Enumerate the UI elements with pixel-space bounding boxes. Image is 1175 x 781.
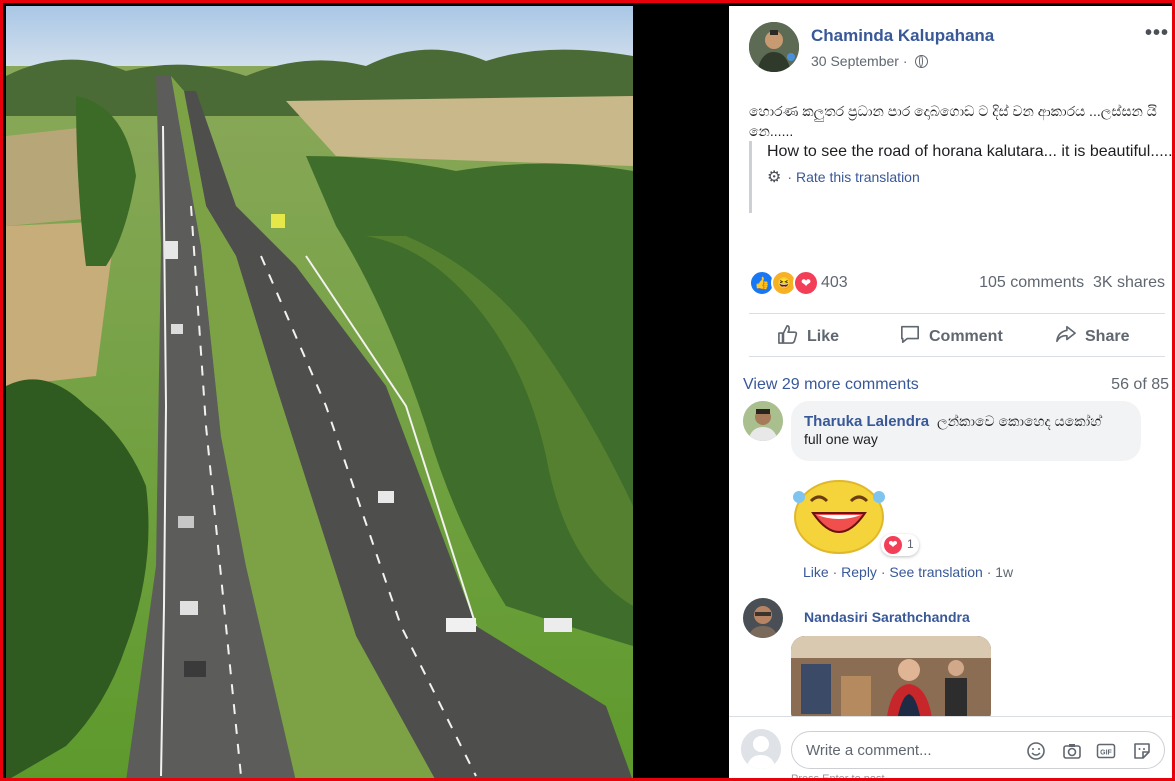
commenter-avatar[interactable]	[743, 401, 783, 441]
meta-separator: ·	[902, 53, 908, 69]
comment-photo[interactable]	[791, 636, 991, 726]
author-name[interactable]: Chaminda Kalupahana	[811, 26, 994, 46]
love-reaction-icon: ❤	[793, 270, 819, 296]
comment-input[interactable]: Write a comment... GIF	[791, 731, 1165, 769]
separator: ·	[880, 564, 886, 580]
commenter-avatar[interactable]	[743, 598, 783, 638]
comment-reply-link[interactable]: Reply	[841, 564, 877, 580]
gear-icon: ⚙	[767, 169, 782, 186]
person-icon	[749, 22, 799, 72]
laughing-face-icon	[793, 480, 885, 554]
highway-image	[6, 6, 633, 778]
translation-block: How to see the road of horana kalutara..…	[749, 141, 1175, 213]
comment-text-line-2: full one way	[804, 431, 878, 447]
post-stats: 👍 😆 ❤ 403 105 comments 3K shares	[749, 268, 1165, 296]
post-text: හොරණ කලුතර ප්‍රධාන පාර දොබගොඩ ට දිස් වන …	[749, 103, 1157, 139]
screenshot-frame: Chaminda Kalupahana 30 September · ••• හ…	[0, 0, 1175, 781]
separator: ·	[986, 564, 992, 580]
rate-translation-row: ⚙ · Rate this translation	[767, 167, 1172, 187]
post-actions-bar: Like Comment Share	[749, 313, 1165, 357]
thumbs-up-icon	[778, 325, 798, 344]
separator: ·	[832, 564, 838, 580]
comment-time[interactable]: 1w	[995, 564, 1013, 580]
comment-composer: Write a comment... GIF Press Enter to po…	[729, 716, 1172, 781]
post-photo[interactable]	[6, 6, 633, 778]
sticker-icon[interactable]	[1132, 741, 1152, 761]
crowd-photo-image	[791, 636, 991, 726]
person-icon	[743, 598, 783, 638]
globe-icon	[915, 55, 929, 68]
comment-button[interactable]: Comment	[899, 324, 1003, 346]
post-date[interactable]: 30 September	[811, 53, 899, 69]
stats-right: 105 comments 3K shares	[979, 274, 1165, 292]
share-label: Share	[1085, 328, 1130, 345]
commenter-name[interactable]: Nandasiri Sarathchandra	[804, 609, 970, 625]
person-icon	[741, 729, 781, 769]
share-button[interactable]: Share	[1055, 324, 1129, 346]
comment-see-translation-link[interactable]: See translation	[889, 564, 982, 580]
laughing-sticker	[791, 471, 886, 556]
like-button[interactable]: Like	[777, 324, 839, 346]
rate-translation-link[interactable]: Rate this translation	[796, 169, 920, 185]
black-gutter	[633, 6, 729, 778]
comment-label: Comment	[929, 328, 1003, 345]
emoji-icon[interactable]	[1026, 741, 1046, 761]
press-enter-hint: Press Enter to post.	[791, 773, 888, 781]
more-options-button[interactable]: •••	[1145, 22, 1169, 45]
comment-first-line: Tharuka Lalendra ලන්කාවෙ කොහෙද යකෝහ්	[804, 411, 1101, 432]
comment-bubble: Tharuka Lalendra ලන්කාවෙ කොහෙද යකෝහ් ful…	[791, 401, 1141, 461]
shares-count-link[interactable]: 3K shares	[1093, 274, 1165, 291]
author-avatar[interactable]	[749, 22, 799, 72]
comments-count-link[interactable]: 105 comments	[979, 274, 1084, 291]
love-reaction-icon: ❤	[884, 536, 902, 554]
person-icon	[743, 401, 783, 441]
comment-reaction-count: 1	[907, 537, 914, 551]
rate-separator: ·	[787, 169, 793, 185]
camera-icon[interactable]	[1062, 741, 1082, 761]
gif-icon[interactable]: GIF	[1096, 741, 1116, 761]
commenter-name[interactable]: Tharuka Lalendra	[804, 413, 929, 430]
comment-actions: Like · Reply · See translation · 1w	[803, 564, 1013, 580]
share-icon	[1056, 325, 1076, 343]
comment-input-placeholder: Write a comment...	[806, 742, 932, 759]
post-header: Chaminda Kalupahana 30 September · •••	[749, 20, 1169, 80]
gif-label: GIF	[1100, 750, 1112, 757]
view-more-comments-link[interactable]: View 29 more comments	[743, 376, 919, 394]
my-avatar	[741, 729, 781, 769]
post-panel: Chaminda Kalupahana 30 September · ••• හ…	[729, 6, 1175, 781]
comments-position: 56 of 85	[1111, 376, 1169, 393]
comment-icon	[901, 325, 920, 343]
post-meta: 30 September ·	[811, 53, 929, 69]
translation-text: How to see the road of horana kalutara..…	[767, 143, 1175, 160]
like-label: Like	[807, 328, 840, 345]
comment-like-link[interactable]: Like	[803, 564, 829, 580]
comment-reaction-badge[interactable]: ❤ 1	[881, 534, 919, 556]
reaction-count[interactable]: 403	[821, 274, 848, 292]
comment-text: ලන්කාවෙ කොහෙද යකෝහ්	[936, 413, 1102, 429]
